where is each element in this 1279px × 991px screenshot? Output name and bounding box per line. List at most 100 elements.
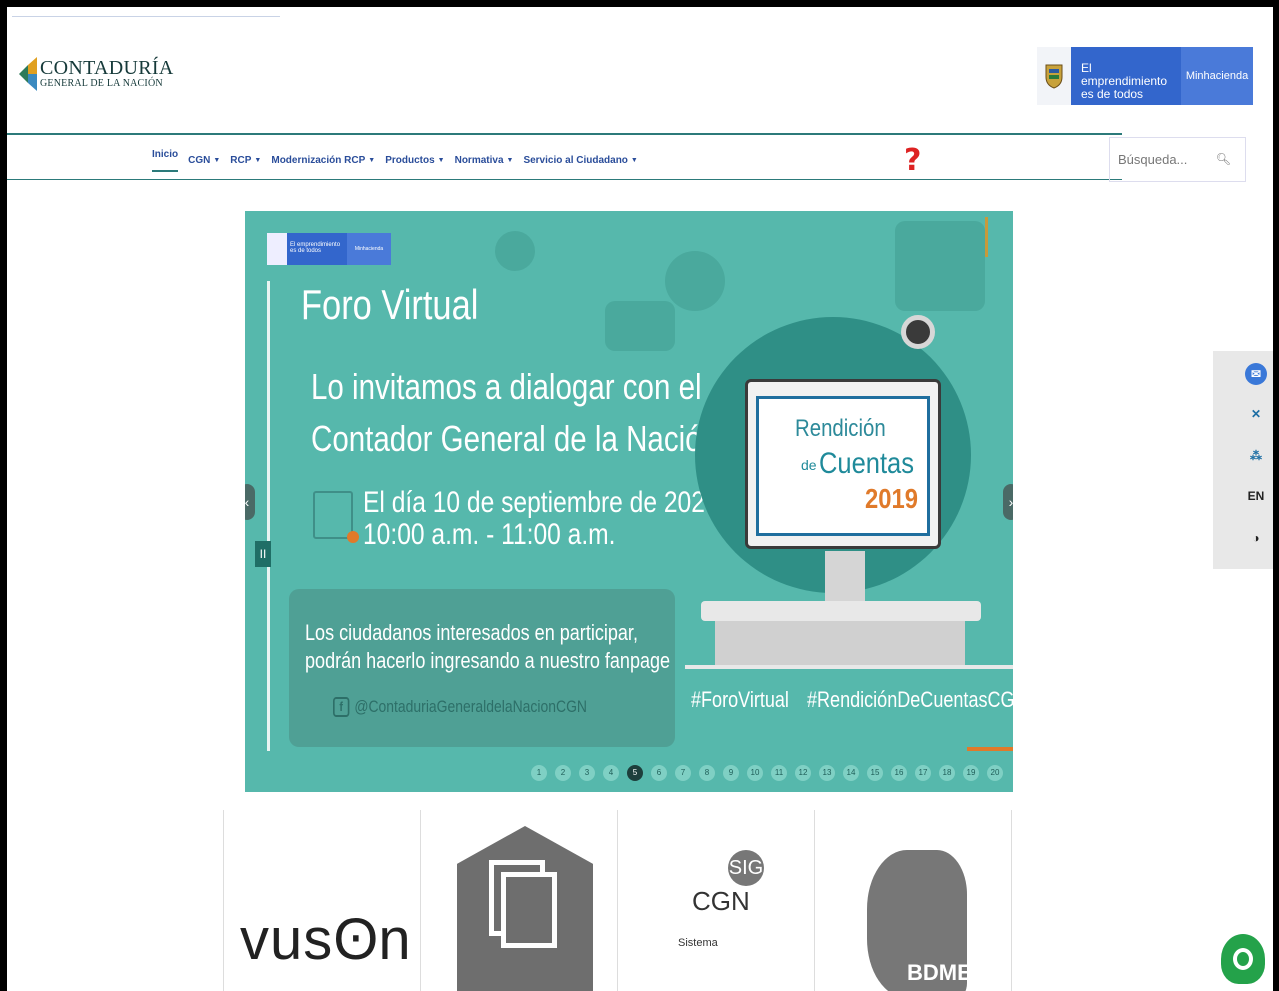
slide-dot[interactable]: 16 [891,765,907,781]
tile-sig[interactable]: SIG CGN Sistema [618,810,815,991]
close-icon[interactable]: ✕ [1245,403,1267,425]
fanpage-box: Los ciudadanos interesados en participar… [289,589,675,747]
slide-dot[interactable]: 13 [819,765,835,781]
slide-indicators: 1 2 3 4 5 6 7 8 9 10 11 12 13 14 15 16 17 18 19 20 [531,765,1003,781]
bg-decoration [495,231,535,271]
facebook-icon: f [333,697,350,717]
nav-label: Productos [385,155,435,166]
pause-button[interactable]: II [255,541,271,567]
top-divider [12,16,280,17]
hashtag-foro: #ForoVirtual [691,687,789,712]
caret-down-icon: ▼ [213,157,221,164]
next-slide-button[interactable]: › [1003,484,1013,520]
nav-item-normativa[interactable]: Normativa ▼ [455,149,514,172]
bdme-label: BDME [907,960,972,985]
slide-dot[interactable]: 9 [723,765,739,781]
bg-decoration [665,251,725,311]
nav-label: CGN [188,155,211,166]
nav-label: Inicio [152,149,179,160]
slide-dot[interactable]: 15 [867,765,883,781]
bg-decoration [895,221,985,311]
mini-gov-slogan: El emprendimiento es de todos [287,233,347,265]
slide-dot[interactable]: 1 [531,765,547,781]
nav-top-border [7,133,1122,135]
screen-title-1: Rendición [795,415,886,442]
caret-down-icon: ▼ [437,157,445,164]
slide-dot[interactable]: 6 [651,765,667,781]
sig-sub: Sistema [678,937,718,949]
accessibility-toolbar: ✉ ✕ ⁂ EN ◑ [1213,351,1273,569]
slide-dot[interactable]: 7 [675,765,691,781]
nav-item-rcp[interactable]: RCP ▼ [230,149,261,172]
sitemap-icon[interactable]: ⁂ [1245,445,1267,467]
chat-bubble-icon[interactable] [1221,934,1265,984]
tile-documents[interactable] [421,810,618,991]
sig-top: SIG [728,850,764,886]
slide-dot[interactable]: 20 [987,765,1003,781]
document-icon [501,872,557,948]
calendar-icon [313,491,359,543]
nav-item-cgn[interactable]: CGN ▼ [188,149,220,172]
fanpage-text: Los ciudadanos interesados en participar… [305,620,671,673]
sig-mid: CGN [692,886,750,916]
service-tiles: vusʘn SIG CGN Sistema BDME [223,810,1039,991]
tile-vuson[interactable]: vusʘn [224,810,421,991]
hashtag-rendicion: #RendiciónDeCuentasCGN [806,687,1013,712]
search-input[interactable]: Búsqueda... 🔍︎ [1109,137,1246,182]
slide-dot[interactable]: 5 [627,765,643,781]
slide-dot[interactable]: 4 [603,765,619,781]
language-button[interactable]: EN [1245,485,1267,507]
sig-logo: SIG CGN Sistema [678,850,764,949]
gov-slogan: El emprendimiento es de todos [1071,47,1181,105]
bg-decoration [605,301,675,351]
tile-geo-bdme[interactable]: BDME [815,810,1012,991]
slide-dot[interactable]: 3 [579,765,595,781]
banner-date: El día 10 de septiembre de 2020 10:00 a.… [363,487,719,551]
screen-prefix: de [801,457,817,473]
date-line: El día 10 de septiembre de 2020 [363,486,719,519]
nav-item-modernizacion[interactable]: Modernización RCP ▼ [271,149,375,172]
caret-down-icon: ▼ [368,157,376,164]
nav-item-inicio[interactable]: Inicio [152,149,179,172]
caret-down-icon: ▼ [254,157,262,164]
gov-badge[interactable]: El emprendimiento es de todos Minhaciend… [1037,47,1253,105]
prev-slide-button[interactable]: ‹ [245,484,255,520]
mini-gov-badge: El emprendimiento es de todos Minhaciend… [267,233,391,265]
colombia-shield-icon [1037,47,1071,105]
logo-title: CONTADURÍA [40,57,174,79]
nav-item-productos[interactable]: Productos ▼ [385,149,444,172]
hashtags: #ForoVirtual #RendiciónDeCuentasCGN [691,687,1013,713]
fanpage-link[interactable]: f @ContaduriaGeneraldelaNacionCGN [333,697,587,717]
webcam-icon [901,315,935,349]
slide-dot[interactable]: 18 [939,765,955,781]
time-line: 10:00 a.m. - 11:00 a.m. [363,518,616,551]
slide-dot[interactable]: 8 [699,765,715,781]
nav-label: Servicio al Ciudadano [523,155,628,166]
slide-dot[interactable]: 11 [771,765,787,781]
invitation-line1: Lo invitamos a dialogar con el [311,366,702,407]
slide-dot[interactable]: 17 [915,765,931,781]
caret-down-icon: ▼ [506,157,514,164]
banner-invitation: Lo invitamos a dialogar con el Contador … [311,361,718,465]
accent-bar [967,747,1013,751]
desk-line [685,665,1013,669]
slide-dot[interactable]: 19 [963,765,979,781]
nav-bottom-border [7,179,1122,180]
slide-dot[interactable]: 12 [795,765,811,781]
gov-ministry: Minhacienda [1181,47,1253,105]
slide-dot[interactable]: 14 [843,765,859,781]
cgn-logo[interactable]: CONTADURÍA GENERAL DE LA NACIÓN [19,57,174,91]
search-icon[interactable]: 🔍︎ [1216,152,1231,166]
slide-dot[interactable]: 2 [555,765,571,781]
nav-label: RCP [230,155,252,166]
contrast-icon[interactable]: ◑ [1245,527,1267,549]
accent-line [985,217,988,257]
banner-vertical-line [267,281,270,751]
mail-icon[interactable]: ✉ [1245,363,1267,385]
help-icon[interactable]: ? [904,143,921,178]
hero-carousel[interactable]: El emprendimiento es de todos Minhaciend… [245,211,1013,792]
logo-subtitle: GENERAL DE LA NACIÓN [40,78,163,89]
slide-dot[interactable]: 10 [747,765,763,781]
caret-down-icon: ▼ [630,157,638,164]
nav-item-servicio[interactable]: Servicio al Ciudadano ▼ [523,149,637,172]
